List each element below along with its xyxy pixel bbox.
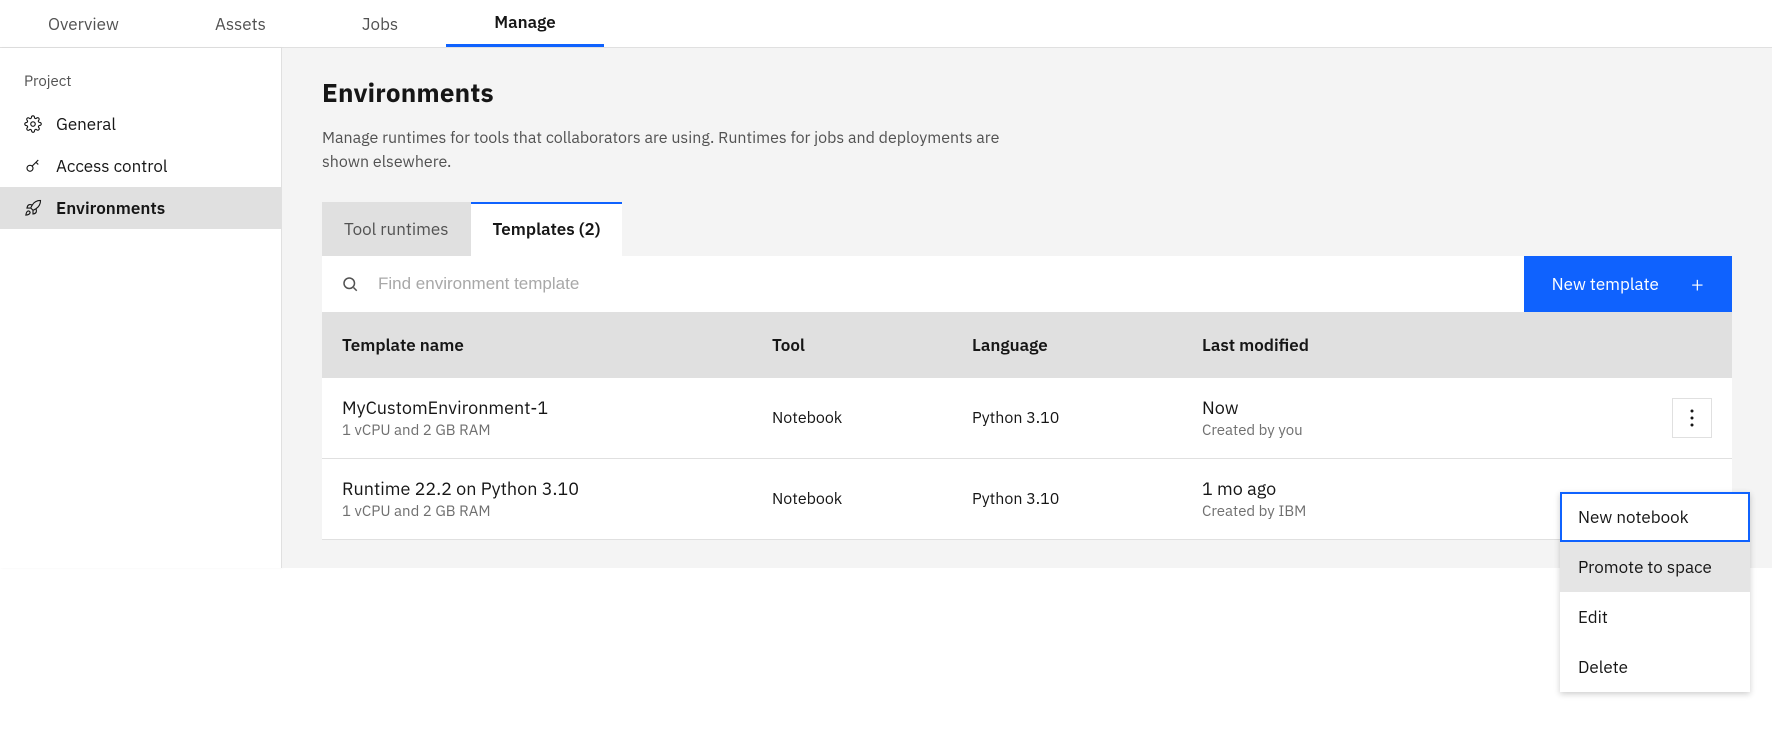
key-icon (24, 157, 42, 175)
tab-assets[interactable]: Assets (167, 0, 314, 47)
search-icon (322, 256, 378, 312)
template-spec: 1 vCPU and 2 GB RAM (342, 502, 772, 521)
tab-manage[interactable]: Manage (446, 0, 604, 47)
sidebar-item-label: Environments (56, 197, 165, 219)
sidebar-item-general[interactable]: General (0, 103, 281, 145)
rocket-icon (24, 199, 42, 217)
template-creator: Created by you (1202, 421, 1672, 440)
tab-tool-runtimes[interactable]: Tool runtimes (322, 202, 471, 256)
table-row[interactable]: Runtime 22.2 on Python 3.10 1 vCPU and 2… (322, 459, 1732, 540)
template-name: Runtime 22.2 on Python 3.10 (342, 477, 772, 500)
row-actions-button[interactable] (1672, 398, 1712, 438)
search-bar: New template + (322, 256, 1732, 312)
col-head-language: Language (972, 334, 1202, 356)
template-tool: Notebook (772, 489, 972, 509)
sidebar: Project General Access control Environme… (0, 48, 282, 568)
col-head-name: Template name (322, 334, 772, 356)
table-header: Template name Tool Language Last modifie… (322, 312, 1732, 378)
top-nav: Overview Assets Jobs Manage (0, 0, 1772, 48)
new-template-button[interactable]: New template + (1524, 256, 1732, 312)
sidebar-heading: Project (0, 64, 281, 103)
menu-item-edit[interactable]: Edit (1560, 592, 1750, 642)
col-head-modified: Last modified (1202, 334, 1672, 356)
tab-overview[interactable]: Overview (0, 0, 167, 47)
menu-item-promote-to-space[interactable]: Promote to space (1560, 542, 1750, 592)
sidebar-item-environments[interactable]: Environments (0, 187, 281, 229)
template-name: MyCustomEnvironment-1 (342, 396, 772, 419)
template-tool: Notebook (772, 408, 972, 428)
main-content: Environments Manage runtimes for tools t… (282, 48, 1772, 568)
search-input[interactable] (378, 256, 1524, 312)
menu-item-delete[interactable]: Delete (1560, 642, 1750, 692)
kebab-icon (1690, 409, 1694, 427)
sidebar-item-label: Access control (56, 155, 168, 177)
plus-icon: + (1691, 270, 1704, 299)
table-row[interactable]: MyCustomEnvironment-1 1 vCPU and 2 GB RA… (322, 378, 1732, 459)
template-language: Python 3.10 (972, 408, 1202, 428)
page-title: Environments (322, 76, 1732, 110)
page-subtitle: Manage runtimes for tools that collabora… (322, 126, 1022, 174)
sidebar-item-access-control[interactable]: Access control (0, 145, 281, 187)
gear-icon (24, 115, 42, 133)
context-menu: New notebook Promote to space Edit Delet… (1560, 492, 1750, 692)
env-tabs: Tool runtimes Templates (2) (322, 202, 1732, 256)
template-modified: Now (1202, 396, 1672, 419)
template-spec: 1 vCPU and 2 GB RAM (342, 421, 772, 440)
tab-templates[interactable]: Templates (2) (471, 202, 623, 256)
tab-jobs[interactable]: Jobs (314, 0, 446, 47)
template-language: Python 3.10 (972, 489, 1202, 509)
col-head-tool: Tool (772, 334, 972, 356)
menu-item-new-notebook[interactable]: New notebook (1560, 492, 1750, 542)
sidebar-item-label: General (56, 113, 116, 135)
new-template-label: New template (1552, 273, 1659, 295)
